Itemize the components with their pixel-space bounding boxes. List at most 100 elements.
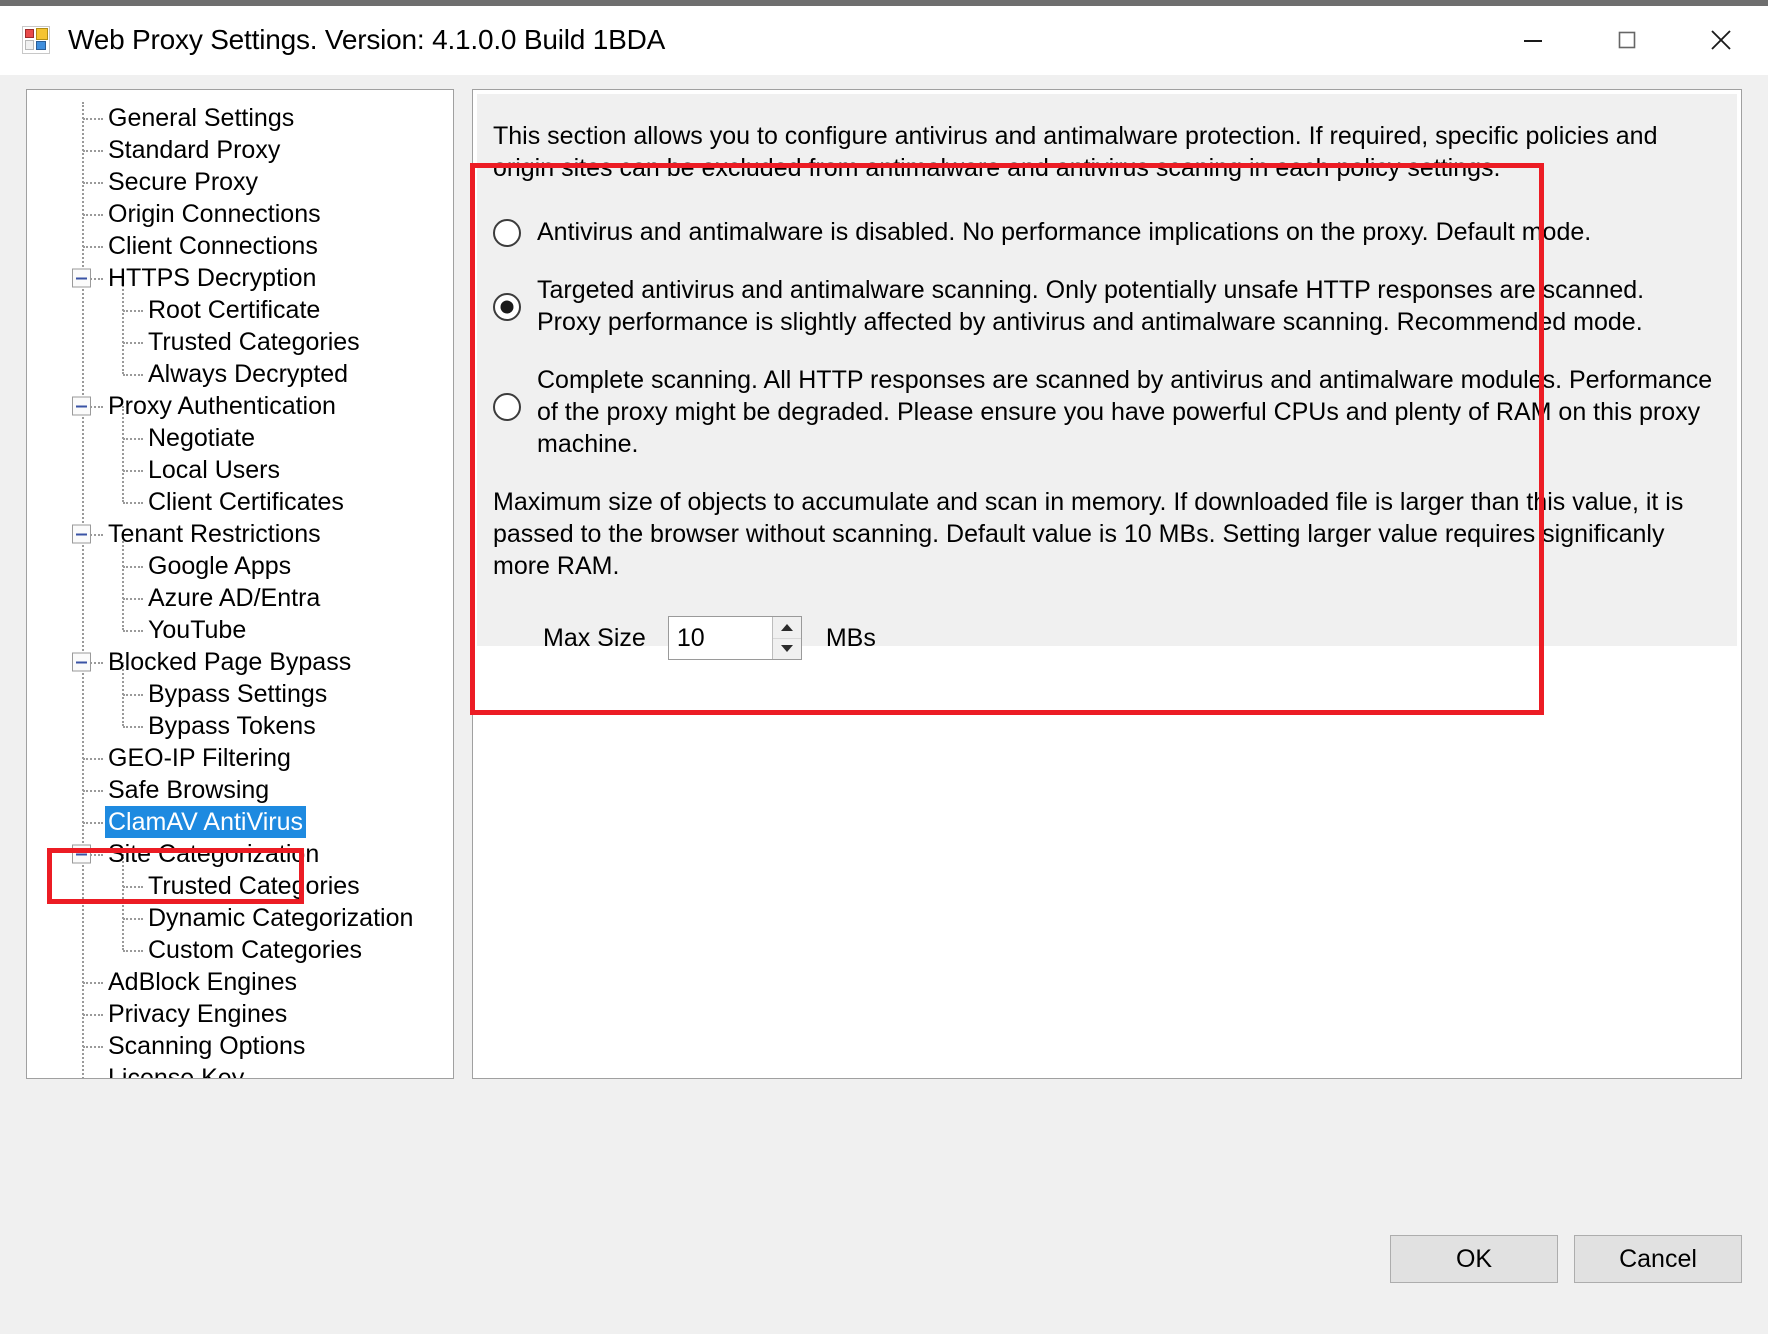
tree-item-root-certificate[interactable]: Root Certificate xyxy=(27,294,453,326)
tree-item-label: Privacy Engines xyxy=(108,1000,288,1028)
arrow-down-icon xyxy=(780,645,793,653)
tree-item-label: Trusted Categories xyxy=(148,328,360,356)
tree-item-label: AdBlock Engines xyxy=(108,968,298,996)
minimize-button[interactable] xyxy=(1486,6,1580,74)
tree-item-label: Local Users xyxy=(148,456,280,484)
tree-connector-line xyxy=(123,374,143,376)
tree-item-trusted-categories[interactable]: Trusted Categories xyxy=(27,870,453,902)
tree-item-client-connections[interactable]: Client Connections xyxy=(27,230,453,262)
tree-item-label: Google Apps xyxy=(148,552,292,580)
tree-item-secure-proxy[interactable]: Secure Proxy xyxy=(27,166,453,198)
tree-item-adblock-engines[interactable]: AdBlock Engines xyxy=(27,966,453,998)
tree-item-label: Bypass Settings xyxy=(148,680,328,708)
tree-item-label: Blocked Page Bypass xyxy=(108,648,352,676)
maxsize-stepper[interactable]: 10 xyxy=(667,616,802,660)
tree-item-bypass-settings[interactable]: Bypass Settings xyxy=(27,678,453,710)
tree-item-label: Trusted Categories xyxy=(148,872,360,900)
maxsize-input[interactable]: 10 xyxy=(668,617,772,659)
tree-connector-line xyxy=(83,182,103,184)
settings-tree-panel[interactable]: General Settings Standard Proxy Secure Pro… xyxy=(26,89,454,1079)
tree-item-custom-categories[interactable]: Custom Categories xyxy=(27,934,453,966)
collapse-minus-icon[interactable] xyxy=(72,268,91,288)
tree-item-label: GEO-IP Filtering xyxy=(108,744,291,772)
tree-item-negotiate[interactable]: Negotiate xyxy=(27,422,453,454)
tree-item-origin-connections[interactable]: Origin Connections xyxy=(27,198,453,230)
tree-connector-line xyxy=(123,566,143,568)
tree-connector-line xyxy=(83,150,103,152)
spinner-down-button[interactable] xyxy=(772,638,801,659)
tree-item-trusted-categories[interactable]: Trusted Categories xyxy=(27,326,453,358)
tree-trunk-line xyxy=(82,102,85,1078)
radio-button-selected-icon[interactable] xyxy=(493,293,521,321)
tree-item-label: Custom Categories xyxy=(148,936,362,964)
section-intro-text: This section allows you to configure ant… xyxy=(493,122,1658,182)
tree-item-label: YouTube xyxy=(148,616,247,644)
maxsize-label: Max Size xyxy=(543,623,646,652)
tree-item-azure-ad-entra[interactable]: Azure AD/Entra xyxy=(27,582,453,614)
collapse-minus-icon[interactable] xyxy=(72,396,91,416)
collapse-minus-icon[interactable] xyxy=(72,652,91,672)
collapse-minus-icon[interactable] xyxy=(72,844,91,864)
settings-tree[interactable]: General Settings Standard Proxy Secure Pro… xyxy=(27,102,453,1079)
arrow-up-icon xyxy=(780,623,793,631)
tree-item-youtube[interactable]: YouTube xyxy=(27,614,453,646)
tree-item-blocked-page-bypass[interactable]: Blocked Page Bypass xyxy=(27,646,453,678)
tree-item-client-certificates[interactable]: Client Certificates xyxy=(27,486,453,518)
tree-item-general-settings[interactable]: General Settings xyxy=(27,102,453,134)
tree-item-privacy-engines[interactable]: Privacy Engines xyxy=(27,998,453,1030)
tree-connector-line xyxy=(123,342,143,344)
tree-item-label: Always Decrypted xyxy=(148,360,349,388)
scan-mode-option-2[interactable]: Complete scanning. All HTTP responses ar… xyxy=(493,364,1713,460)
tree-item-label: Negotiate xyxy=(148,424,256,452)
settings-window: Web Proxy Settings. Version: 4.1.0.0 Bui… xyxy=(0,0,1768,1334)
tree-item-safe-browsing[interactable]: Safe Browsing xyxy=(27,774,453,806)
tree-connector-line xyxy=(123,726,143,728)
tree-item-label: Site Categorization xyxy=(108,840,320,868)
maxsize-units-label: MBs xyxy=(825,623,876,652)
tree-item-always-decrypted[interactable]: Always Decrypted xyxy=(27,358,453,390)
tree-item-scanning-options[interactable]: Scanning Options xyxy=(27,1030,453,1062)
tree-connector-line xyxy=(83,1046,103,1048)
tree-item-label: Client Connections xyxy=(108,232,318,260)
tree-item-label: Proxy Authentication xyxy=(108,392,336,420)
tree-item-google-apps[interactable]: Google Apps xyxy=(27,550,453,582)
ok-button[interactable]: OK xyxy=(1390,1235,1558,1283)
close-icon xyxy=(1711,30,1731,50)
tree-item-label: ClamAV AntiVirus xyxy=(105,806,306,838)
tree-item-bypass-tokens[interactable]: Bypass Tokens xyxy=(27,710,453,742)
app-tiles-icon xyxy=(22,26,50,54)
tree-item-https-decryption[interactable]: HTTPS Decryption xyxy=(27,262,453,294)
scan-mode-option-1[interactable]: Targeted antivirus and antimalware scann… xyxy=(493,274,1713,338)
spinner-buttons[interactable] xyxy=(771,617,801,659)
tree-item-proxy-authentication[interactable]: Proxy Authentication xyxy=(27,390,453,422)
cancel-button[interactable]: Cancel xyxy=(1574,1235,1742,1283)
tree-connector-line xyxy=(83,1078,103,1079)
tree-connector-line xyxy=(123,310,143,312)
tree-item-label: Root Certificate xyxy=(148,296,321,324)
tree-item-label: License Key xyxy=(108,1064,245,1079)
tree-item-geo-ip-filtering[interactable]: GEO-IP Filtering xyxy=(27,742,453,774)
maximize-button[interactable] xyxy=(1580,6,1674,74)
spinner-up-button[interactable] xyxy=(772,617,801,639)
tree-item-dynamic-categorization[interactable]: Dynamic Categorization xyxy=(27,902,453,934)
radio-button-icon[interactable] xyxy=(493,219,521,247)
tree-connector-line xyxy=(83,758,103,760)
tree-connector-line xyxy=(123,630,143,632)
window-title: Web Proxy Settings. Version: 4.1.0.0 Bui… xyxy=(68,24,666,55)
tree-item-local-users[interactable]: Local Users xyxy=(27,454,453,486)
window-content: General Settings Standard Proxy Secure Pro… xyxy=(0,75,1768,1184)
scan-mode-option-0[interactable]: Antivirus and antimalware is disabled. N… xyxy=(493,216,1713,248)
scan-mode-radio-group[interactable]: Antivirus and antimalware is disabled. N… xyxy=(493,216,1713,460)
tree-item-standard-proxy[interactable]: Standard Proxy xyxy=(27,134,453,166)
tree-item-clamav-antivirus[interactable]: ClamAV AntiVirus xyxy=(27,806,453,838)
scan-mode-option-label: Complete scanning. All HTTP responses ar… xyxy=(537,366,1713,458)
tree-connector-line xyxy=(123,918,143,920)
close-button[interactable] xyxy=(1674,6,1768,74)
tree-item-label: Scanning Options xyxy=(108,1032,306,1060)
tree-item-site-categorization[interactable]: Site Categorization xyxy=(27,838,453,870)
tree-item-tenant-restrictions[interactable]: Tenant Restrictions xyxy=(27,518,453,550)
collapse-minus-icon[interactable] xyxy=(72,524,91,544)
tree-item-label: Origin Connections xyxy=(108,200,321,228)
radio-button-icon[interactable] xyxy=(493,393,521,421)
tree-item-license-key[interactable]: License Key xyxy=(27,1062,453,1079)
